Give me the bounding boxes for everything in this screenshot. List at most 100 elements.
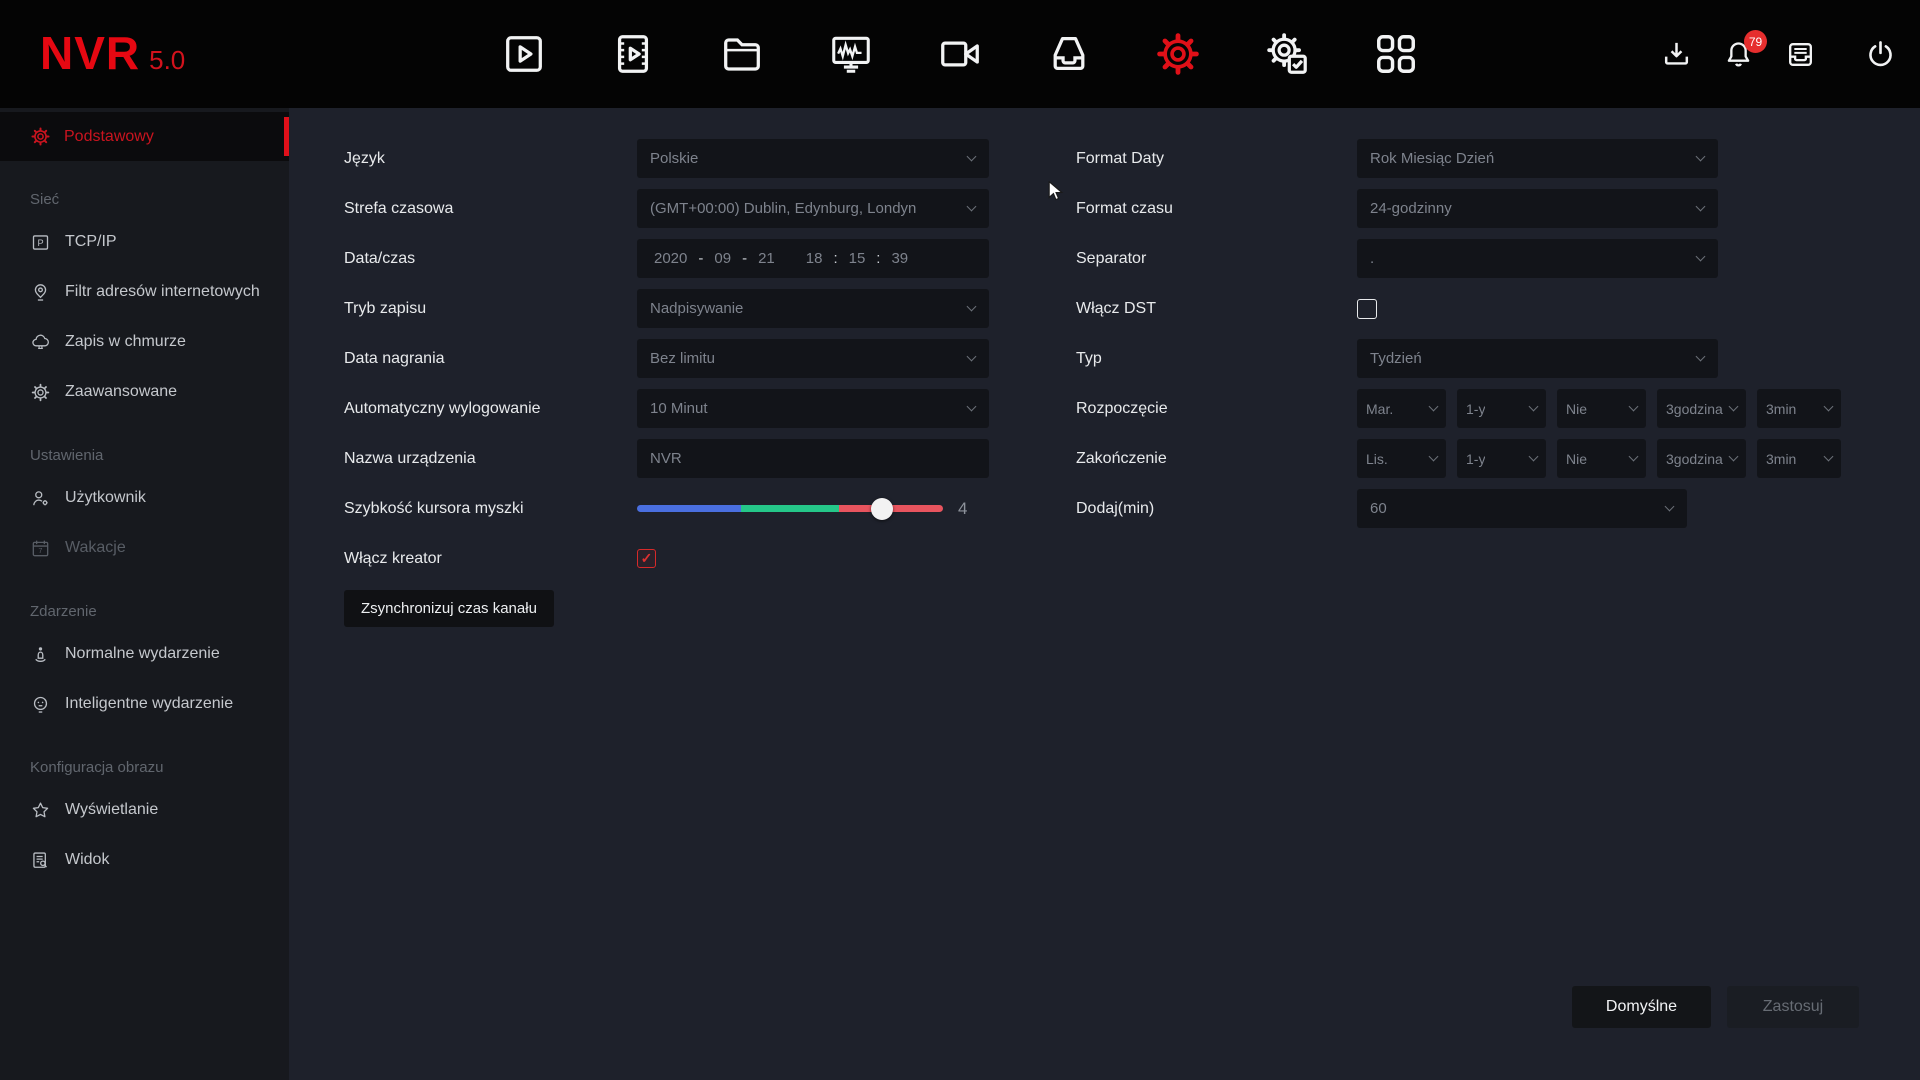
sidebar: Podstawowy Sieć P TCP/IP Filtr adresów i… — [0, 108, 289, 1080]
download-icon[interactable] — [1658, 36, 1694, 72]
chevron-down-icon — [1824, 402, 1834, 412]
main-nav — [497, 0, 1423, 108]
logo-version: 5.0 — [149, 45, 185, 76]
section-header-konfiguracja-obrazu: Konfiguracja obrazu — [30, 759, 289, 777]
settings-panel: Język Polskie Strefa czasowa (GMT+00:00)… — [289, 108, 1920, 1080]
system-monitor-icon[interactable] — [824, 27, 878, 81]
dst-type-select[interactable]: Tydzień — [1357, 339, 1718, 378]
dst-end-hour-select[interactable]: 3godzina — [1657, 439, 1746, 478]
sidebar-item-filtr-adresow[interactable]: Filtr adresów internetowych — [0, 267, 289, 317]
datetime-field[interactable]: 2020 - 09 - 21 18 : 15 : 39 — [637, 239, 989, 278]
file-manager-icon[interactable] — [715, 27, 769, 81]
settings-gear-icon[interactable] — [1151, 27, 1205, 81]
sidebar-item-tcpip[interactable]: P TCP/IP — [0, 217, 289, 267]
apply-button[interactable]: Zastosuj — [1727, 986, 1859, 1028]
date-format-select[interactable]: Rok Miesiąc Dzień — [1357, 139, 1718, 178]
dst-end-month-select[interactable]: Lis. — [1357, 439, 1446, 478]
sidebar-item-normalne-wydarzenie[interactable]: Normalne wydarzenie — [0, 629, 289, 679]
sidebar-item-label: Wakacje — [65, 539, 126, 557]
maintenance-icon[interactable] — [1260, 27, 1314, 81]
record-days-select[interactable]: Bez limitu — [637, 339, 989, 378]
chevron-down-icon — [1665, 502, 1675, 512]
auto-logout-select[interactable]: 10 Minut — [637, 389, 989, 428]
active-indicator — [284, 117, 289, 156]
backup-device-icon[interactable] — [1782, 36, 1818, 72]
dst-start-minute-select[interactable]: 3min — [1757, 389, 1841, 428]
form-column-left: Język Polskie Strefa czasowa (GMT+00:00)… — [344, 139, 989, 639]
p-square-icon: P — [30, 232, 51, 253]
chevron-down-icon — [1696, 252, 1706, 262]
user-gear-icon — [30, 488, 51, 509]
dst-start-hour-select[interactable]: 3godzina — [1657, 389, 1746, 428]
language-select[interactable]: Polskie — [637, 139, 989, 178]
sidebar-item-zapis-w-chmurze[interactable]: Zapis w chmurze — [0, 317, 289, 367]
dst-start-week-select[interactable]: 1-y — [1457, 389, 1546, 428]
sidebar-item-uzytkownik[interactable]: Użytkownik — [0, 473, 289, 523]
live-preview-icon[interactable] — [497, 27, 551, 81]
chevron-down-icon — [1729, 402, 1739, 412]
dst-end-week-select[interactable]: 1-y — [1457, 439, 1546, 478]
camera-icon[interactable] — [933, 27, 987, 81]
separator-select[interactable]: . — [1357, 239, 1718, 278]
dst-type-row: Typ Tydzień — [1076, 339, 1841, 378]
sync-channel-time-button[interactable]: Zsynchronizuj czas kanału — [344, 590, 554, 627]
chevron-down-icon — [967, 352, 977, 362]
enable-wizard-checkbox[interactable]: ✓ — [637, 549, 656, 568]
sidebar-item-label: Zaawansowane — [65, 383, 177, 401]
dst-end-day-select[interactable]: Nie — [1557, 439, 1646, 478]
star-icon — [30, 800, 51, 821]
section-header-siec: Sieć — [30, 191, 289, 209]
auto-logout-label: Automatyczny wylogowanie — [344, 400, 637, 418]
chevron-down-icon — [1529, 452, 1539, 462]
slider-track[interactable] — [637, 505, 943, 512]
form-column-right: Format Daty Rok Miesiąc Dzień Format cza… — [1076, 139, 1841, 539]
sidebar-item-wyswietlanie[interactable]: Wyświetlanie — [0, 785, 289, 835]
chevron-down-icon — [1429, 402, 1439, 412]
record-mode-select[interactable]: Nadpisywanie — [637, 289, 989, 328]
sidebar-item-podstawowy[interactable]: Podstawowy — [0, 112, 289, 161]
time-format-select[interactable]: 24-godzinny — [1357, 189, 1718, 228]
apps-grid-icon[interactable] — [1369, 27, 1423, 81]
default-button[interactable]: Domyślne — [1572, 986, 1711, 1028]
chevron-down-icon — [1529, 402, 1539, 412]
cursor-speed-label: Szybkość kursora myszki — [344, 500, 637, 518]
enable-wizard-row: Włącz kreator ✓ — [344, 539, 989, 578]
sidebar-item-widok[interactable]: Widok — [0, 835, 289, 885]
dst-start-label: Rozpoczęcie — [1076, 400, 1357, 418]
notification-badge: 79 — [1744, 30, 1767, 53]
timezone-select[interactable]: (GMT+00:00) Dublin, Edynburg, Londyn — [637, 189, 989, 228]
month-value[interactable]: 09 — [714, 250, 731, 267]
dst-start-row: Rozpoczęcie Mar. 1-y Nie 3godzina 3min — [1076, 389, 1841, 428]
power-icon[interactable] — [1862, 36, 1898, 72]
second-value[interactable]: 39 — [891, 250, 908, 267]
time-format-label: Format czasu — [1076, 200, 1357, 218]
device-name-input[interactable] — [637, 439, 989, 478]
sidebar-item-label: Wyświetlanie — [65, 801, 158, 819]
chevron-down-icon — [1696, 352, 1706, 362]
cursor-speed-value: 4 — [958, 499, 967, 519]
timezone-row: Strefa czasowa (GMT+00:00) Dublin, Edynb… — [344, 189, 989, 228]
sidebar-item-zaawansowane[interactable]: Zaawansowane — [0, 367, 289, 417]
chevron-down-icon — [967, 402, 977, 412]
notifications-bell-icon[interactable]: 79 — [1720, 36, 1756, 72]
timezone-label: Strefa czasowa — [344, 200, 637, 218]
playback-icon[interactable] — [606, 27, 660, 81]
minute-value[interactable]: 15 — [849, 250, 866, 267]
hour-value[interactable]: 18 — [806, 250, 823, 267]
dst-offset-select[interactable]: 60 — [1357, 489, 1687, 528]
dst-start-month-select[interactable]: Mar. — [1357, 389, 1446, 428]
separator-label: Separator — [1076, 250, 1357, 268]
sidebar-item-wakacje[interactable]: 7 Wakacje — [0, 523, 289, 573]
chevron-down-icon — [1629, 452, 1639, 462]
calendar-icon: 7 — [30, 538, 51, 559]
device-name-row: Nazwa urządzenia — [344, 439, 989, 478]
year-value[interactable]: 2020 — [654, 250, 687, 267]
sidebar-item-inteligentne-wydarzenie[interactable]: Inteligentne wydarzenie — [0, 679, 289, 729]
storage-icon[interactable] — [1042, 27, 1096, 81]
day-value[interactable]: 21 — [758, 250, 775, 267]
dst-start-day-select[interactable]: Nie — [1557, 389, 1646, 428]
sync-row: Zsynchronizuj czas kanału — [344, 589, 989, 628]
enable-dst-checkbox[interactable] — [1357, 299, 1377, 319]
dst-end-minute-select[interactable]: 3min — [1757, 439, 1841, 478]
slider-knob[interactable] — [871, 498, 893, 520]
